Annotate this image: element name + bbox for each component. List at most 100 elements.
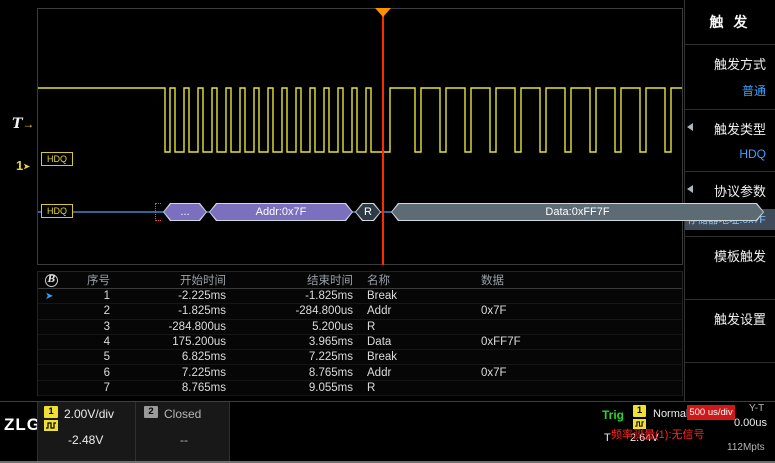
header-index: 序号 <box>68 272 110 288</box>
row-data: 0x7F <box>481 305 682 317</box>
row-index: 3 <box>68 321 110 333</box>
timebase-chip[interactable]: 500 us/div <box>687 405 735 420</box>
table-row[interactable]: ➤ 1 -2.225ms -1.825ms Break <box>38 289 682 304</box>
header-name: 名称 <box>353 272 481 288</box>
row-start-time: 175.200us <box>110 336 226 348</box>
row-name: Addr <box>353 305 481 317</box>
channel1-marker-arrow-icon: ➤ <box>23 162 30 171</box>
row-start-time: 6.825ms <box>110 351 226 363</box>
trigger-t-label: T <box>604 432 611 444</box>
channel1-offset: -2.48V <box>68 433 103 447</box>
channel1-scale[interactable]: 2.00V/div <box>64 407 114 421</box>
trigger-mode: Normal. <box>653 408 692 420</box>
header-data: 数据 <box>481 272 682 288</box>
channel-panel: 1 2.00V/div -2.48V 2 Closed -- <box>37 402 230 463</box>
channel1-zero-marker[interactable]: 1➤ <box>16 158 30 173</box>
row-end-time: 5.200us <box>226 321 353 333</box>
channel2-scale[interactable]: Closed <box>164 407 201 421</box>
channel2-number-badge[interactable]: 2 <box>144 406 158 418</box>
table-row[interactable]: 3 -284.800us 5.200us R <box>38 320 682 335</box>
trigger-source-number-badge: 1 <box>633 405 646 417</box>
trigger-menu-title: 触 发 <box>685 0 775 45</box>
menu-item-trigger-mode[interactable]: 触发方式 普通 <box>685 45 775 110</box>
trigger-level-marker[interactable]: T→ <box>12 116 34 132</box>
display-mode: Y-T <box>749 403 764 414</box>
row-index: 5 <box>68 351 110 363</box>
bus-table-icon[interactable]: B <box>45 274 58 287</box>
row-index: 6 <box>68 367 110 379</box>
frequency-warning-text: 频率测量(1):无信号 <box>611 426 705 442</box>
channel1-waveform <box>37 8 683 265</box>
row-end-time: -284.800us <box>226 305 353 317</box>
trigger-menu: 触 发 触发方式 普通 触发类型 HDQ 协议参数 存储器地址:0x7F 模板触… <box>684 0 775 401</box>
row-start-time: -2.225ms <box>110 290 226 302</box>
decode-segment-data-label: Data:0xFF7F <box>392 204 763 220</box>
decode-segment-start: ... <box>163 203 207 221</box>
row-start-time: -1.825ms <box>110 305 226 317</box>
menu-item-trigger-settings[interactable]: 触发设置 <box>685 300 775 363</box>
row-end-time: 3.965ms <box>226 336 353 348</box>
table-row[interactable]: 7 8.765ms 9.055ms R <box>38 381 682 396</box>
channel1-badge[interactable]: 1 <box>44 406 58 431</box>
zlg-logo: ZLG <box>4 415 41 435</box>
menu-item-value: HDQ <box>694 147 766 161</box>
horizontal-delay: 0.00us <box>734 417 767 429</box>
row-end-time: 9.055ms <box>226 382 353 394</box>
submenu-arrow-icon <box>687 123 693 131</box>
table-rows: ➤ 1 -2.225ms -1.825ms Break 2 -1.825ms -… <box>38 289 682 396</box>
header-end-time: 结束时间 <box>226 272 353 288</box>
row-index: 4 <box>68 336 110 348</box>
menu-item-value: 普通 <box>694 82 766 99</box>
row-index: 7 <box>68 382 110 394</box>
row-end-time: 7.225ms <box>226 351 353 363</box>
row-index: 1 <box>68 290 110 302</box>
channel1-number-badge: 1 <box>44 406 58 418</box>
table-row[interactable]: 6 7.225ms 8.765ms Addr 0x7F <box>38 365 682 380</box>
menu-item-label: 触发类型 <box>694 119 766 138</box>
frame-start-bracket <box>155 203 161 221</box>
decode-segment-addr: Addr:0x7F <box>209 203 353 221</box>
status-bar: ZLG 1 2.00V/div -2.48V 2 Closed -- Trig … <box>0 401 775 463</box>
menu-item-label: 触发设置 <box>694 309 766 328</box>
channel-panel-divider <box>135 402 136 463</box>
channel2-offset: -- <box>180 433 188 447</box>
table-row[interactable]: 5 6.825ms 7.225ms Break <box>38 350 682 365</box>
row-start-time: -284.800us <box>110 321 226 333</box>
table-row[interactable]: 2 -1.825ms -284.800us Addr 0x7F <box>38 304 682 319</box>
table-header-row: B 序号 开始时间 结束时间 名称 数据 <box>38 272 682 289</box>
trig-status-label: Trig <box>602 408 624 422</box>
row-name: R <box>353 321 481 333</box>
trigger-position-marker[interactable] <box>375 8 391 17</box>
bus-label-decode: HDQ <box>41 204 73 218</box>
row-data: 0xFF7F <box>481 336 682 348</box>
trigger-level-arrow-icon: → <box>22 117 34 131</box>
bus-label-digital: HDQ <box>41 152 73 166</box>
row-start-time: 8.765ms <box>110 382 226 394</box>
menu-item-label: 模板触发 <box>694 246 766 265</box>
decode-segment-r-label: R <box>356 204 380 220</box>
header-start-time: 开始时间 <box>110 272 226 288</box>
trigger-level-label: T <box>12 116 22 132</box>
row-name: Break <box>353 290 481 302</box>
row-selection-marker: ➤ <box>38 291 68 302</box>
menu-item-trigger-type[interactable]: 触发类型 HDQ <box>685 110 775 172</box>
row-name: R <box>353 382 481 394</box>
table-row[interactable]: 4 175.200us 3.965ms Data 0xFF7F <box>38 335 682 350</box>
decode-segment-data: Data:0xFF7F <box>391 203 764 221</box>
submenu-arrow-icon <box>687 185 693 193</box>
menu-item-label: 协议参数 <box>694 181 766 200</box>
row-index: 2 <box>68 305 110 317</box>
row-end-time: 8.765ms <box>226 367 353 379</box>
row-data: 0x7F <box>481 367 682 379</box>
trigger-position-line[interactable] <box>382 8 384 265</box>
row-name: Addr <box>353 367 481 379</box>
menu-item-label: 触发方式 <box>694 54 766 73</box>
decode-event-table: B 序号 开始时间 结束时间 名称 数据 ➤ 1 -2.225ms -1.825… <box>37 271 683 396</box>
decode-segment-addr-label: Addr:0x7F <box>210 204 352 220</box>
menu-item-template-trigger[interactable]: 模板触发 <box>685 237 775 300</box>
row-start-time: 7.225ms <box>110 367 226 379</box>
oscilloscope-ui: T→ 1➤ HDQ HDQ ... Addr:0x7F R Data:0xFF7… <box>0 0 775 463</box>
memory-depth: 112Mpts <box>727 442 765 453</box>
channel1-wave-icon <box>44 420 58 431</box>
decode-segment-start-label: ... <box>164 204 206 220</box>
